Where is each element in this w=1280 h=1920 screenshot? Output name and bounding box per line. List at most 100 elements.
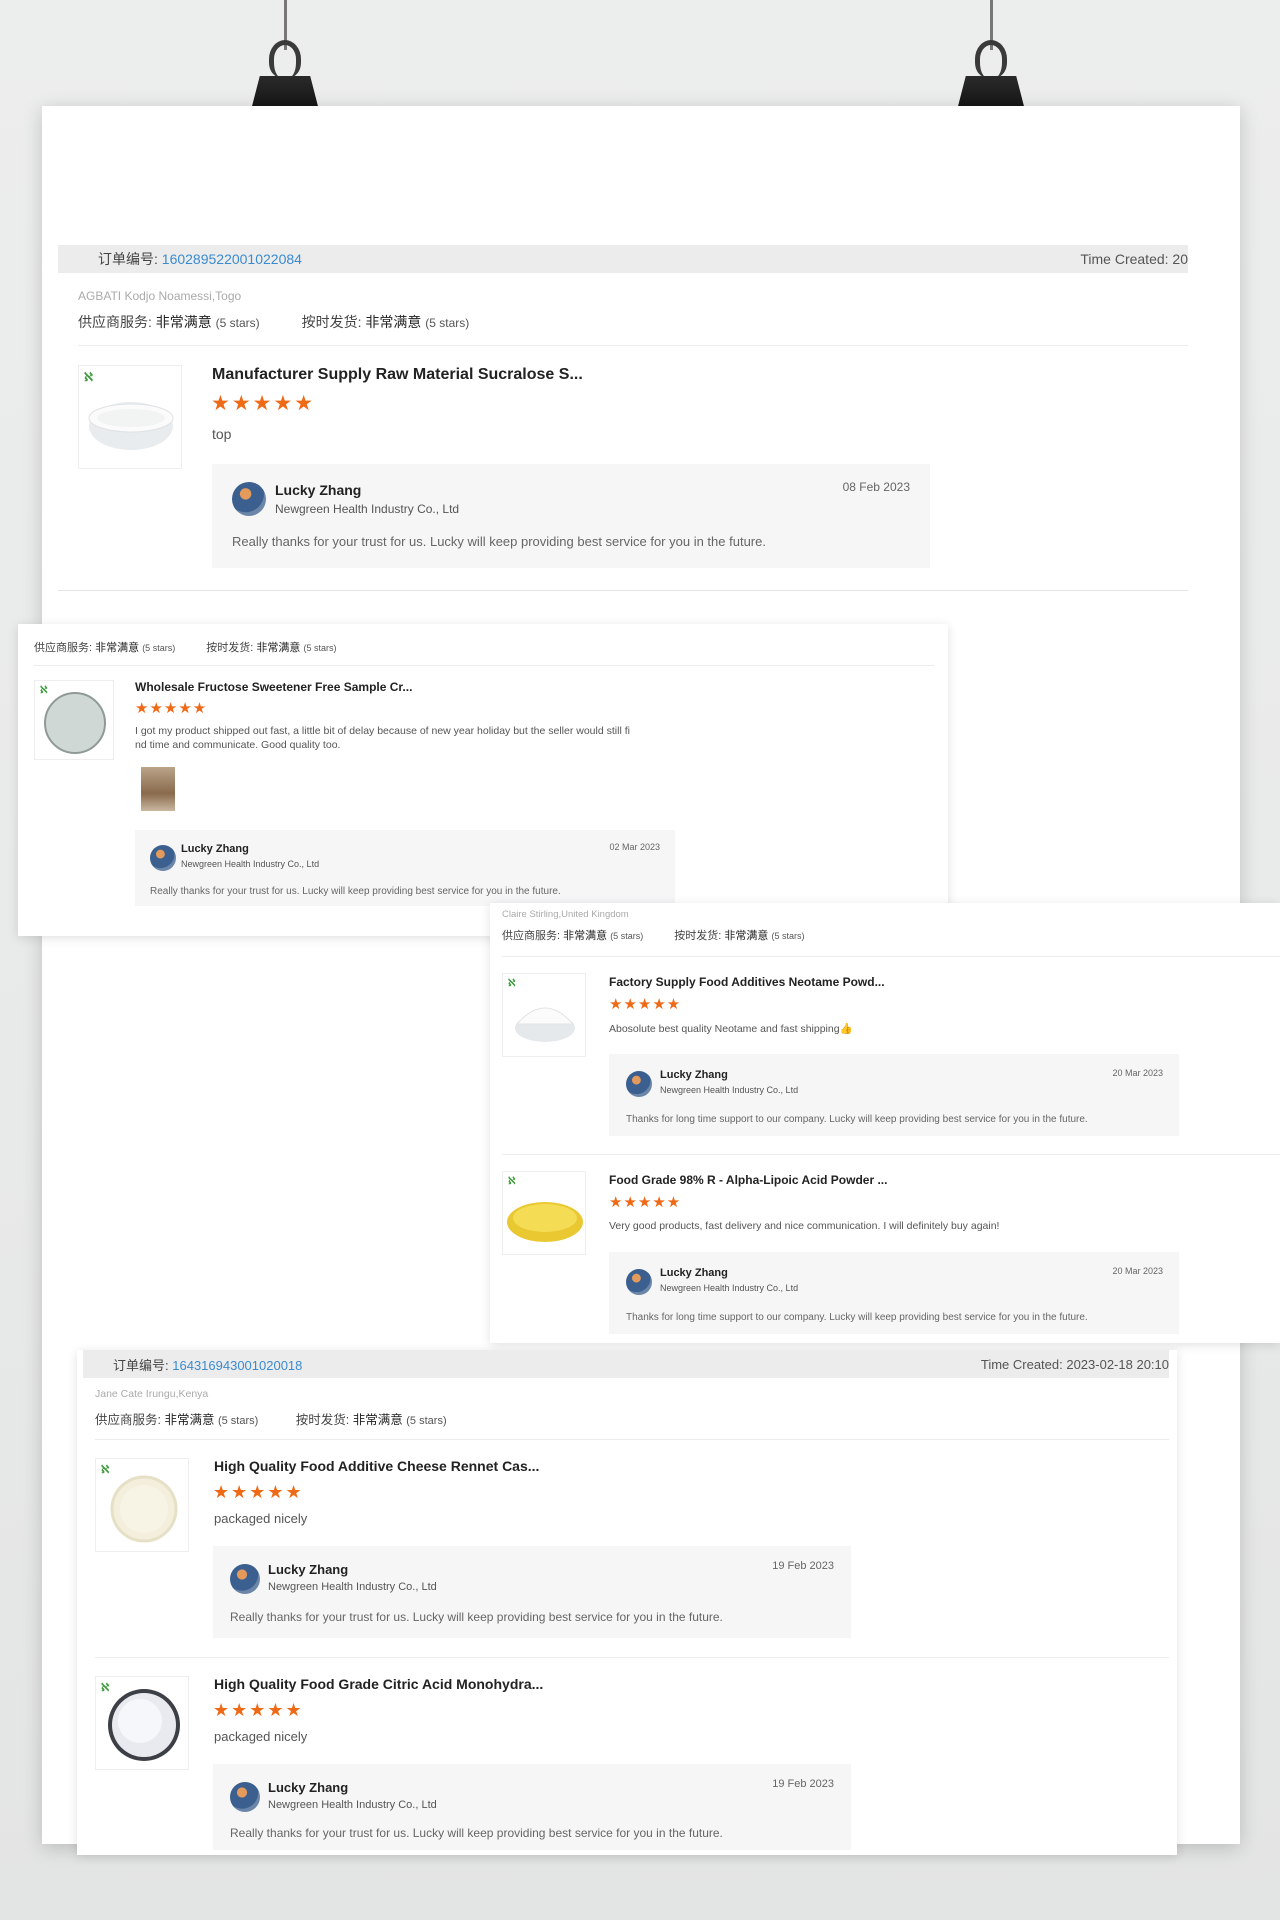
seller-name: Lucky Zhang — [660, 1069, 728, 1081]
supplier-service-value: 非常满意 — [95, 642, 140, 654]
supplier-service-stars: (5 stars) — [215, 316, 260, 330]
reply-date: 08 Feb 2023 — [842, 480, 910, 494]
order-ratings: 供应商服务: 非常满意 (5 stars) 按时发货: 非常满意 (5 star… — [95, 1409, 447, 1428]
buyer-name: AGBATI Kodjo Noamessi,Togo — [78, 289, 242, 303]
product-thumbnail[interactable]: ℵ — [34, 680, 114, 760]
product-title-link[interactable]: High Quality Food Additive Cheese Rennet… — [214, 1458, 539, 1474]
buyer-name: Jane Cate Irungu,Kenya — [95, 1388, 209, 1400]
seller-name: Lucky Zhang — [660, 1267, 728, 1279]
supplier-service-value: 非常满意 — [164, 1413, 215, 1427]
product-thumbnail[interactable]: ℵ — [78, 365, 182, 469]
order-card-3: Claire Stirling,United Kingdom 供应商服务: 非常… — [490, 903, 1280, 1343]
seller-reply: Lucky Zhang Newgreen Health Industry Co.… — [213, 1546, 851, 1638]
supplier-service-label: 供应商服务: — [502, 930, 561, 942]
on-time-shipping-label: 按时发货: — [206, 642, 254, 654]
seller-avatar — [626, 1071, 652, 1097]
reply-text: Really thanks for your trust for us. Luc… — [232, 534, 766, 549]
product-rating-stars: ★★★★★ — [609, 1194, 682, 1211]
seller-avatar — [230, 1782, 260, 1812]
product-rating-stars: ★★★★★ — [211, 392, 316, 415]
on-time-shipping-stars: (5 stars) — [303, 643, 337, 653]
brand-logo-icon: ℵ — [508, 978, 516, 989]
review-text: packaged nicely — [214, 1729, 308, 1744]
product-title-link[interactable]: Food Grade 98% R - Alpha-Lipoic Acid Pow… — [609, 1173, 887, 1187]
product-thumbnail[interactable]: ℵ — [95, 1458, 189, 1552]
reply-date: 02 Mar 2023 — [609, 842, 660, 852]
divider — [502, 956, 1280, 957]
cheese-rennet-image — [110, 1475, 178, 1543]
review-photo[interactable] — [141, 767, 175, 811]
product-rating-stars: ★★★★★ — [213, 1700, 304, 1720]
on-time-shipping-stars: (5 stars) — [406, 1415, 447, 1427]
on-time-shipping-label: 按时发货: — [674, 930, 722, 942]
sucralose-bowl-image — [88, 402, 174, 450]
supplier-service-label: 供应商服务: — [78, 314, 152, 330]
citric-acid-image — [108, 1689, 180, 1761]
order-ratings: 供应商服务: 非常满意 (5 stars) 按时发货: 非常满意 (5 star… — [34, 639, 336, 655]
buyer-name: Claire Stirling,United Kingdom — [502, 909, 629, 920]
supplier-service-stars: (5 stars) — [610, 931, 644, 941]
on-time-shipping-value: 非常满意 — [256, 642, 301, 654]
seller-avatar — [626, 1269, 652, 1295]
seller-reply: Lucky Zhang Newgreen Health Industry Co.… — [609, 1252, 1179, 1334]
supplier-service-stars: (5 stars) — [217, 1415, 259, 1427]
product-title-link[interactable]: High Quality Food Grade Citric Acid Mono… — [214, 1676, 543, 1692]
order-number-label: 订单编号: — [98, 251, 158, 267]
order-time-created: Time Created: 20 — [1080, 251, 1188, 267]
supplier-service-label: 供应商服务: — [34, 642, 93, 654]
on-time-shipping-stars: (5 stars) — [425, 316, 470, 330]
supplier-service-label: 供应商服务: — [95, 1413, 161, 1427]
reply-date: 19 Feb 2023 — [772, 1560, 834, 1572]
brand-logo-icon: ℵ — [40, 685, 48, 696]
brand-logo-icon: ℵ — [101, 1682, 110, 1694]
supplier-service-value: 非常满意 — [155, 314, 212, 330]
product-thumbnail[interactable]: ℵ — [502, 973, 586, 1057]
on-time-shipping-stars: (5 stars) — [771, 931, 805, 941]
divider — [502, 1154, 1280, 1155]
order-card-1: 订单编号: 160289522001022084 Time Created: 2… — [58, 245, 1188, 591]
reply-text: Really thanks for your trust for us. Luc… — [150, 886, 561, 897]
on-time-shipping-value: 非常满意 — [724, 930, 769, 942]
seller-reply: Lucky Zhang Newgreen Health Industry Co.… — [213, 1764, 851, 1850]
seller-reply: Lucky Zhang Newgreen Health Industry Co.… — [609, 1054, 1179, 1136]
seller-avatar — [150, 845, 176, 871]
seller-company: Newgreen Health Industry Co., Ltd — [268, 1581, 437, 1593]
order-number-link[interactable]: 164316943001020018 — [172, 1358, 302, 1373]
product-title-link[interactable]: Manufacturer Supply Raw Material Sucralo… — [212, 366, 583, 384]
reply-date: 20 Mar 2023 — [1112, 1068, 1163, 1078]
review-text: I got my product shipped out fast, a lit… — [135, 724, 630, 752]
seller-reply: Lucky Zhang Newgreen Health Industry Co.… — [135, 830, 675, 906]
seller-name: Lucky Zhang — [268, 1562, 349, 1577]
product-rating-stars: ★★★★★ — [609, 996, 682, 1013]
on-time-shipping-label: 按时发货: — [301, 314, 362, 330]
order-header: 订单编号: 160289522001022084 Time Created: 2… — [58, 245, 1188, 273]
seller-company: Newgreen Health Industry Co., Ltd — [660, 1283, 799, 1293]
review-line-2: nd time and communicate. Good quality to… — [135, 739, 341, 751]
on-time-shipping-value: 非常满意 — [365, 314, 422, 330]
reply-date: 20 Mar 2023 — [1112, 1266, 1163, 1276]
on-time-shipping-label: 按时发货: — [295, 1413, 350, 1427]
seller-avatar — [230, 1564, 260, 1594]
review-line-1: I got my product shipped out fast, a lit… — [135, 725, 630, 737]
review-text: Very good products, fast delivery and ni… — [609, 1220, 1000, 1232]
on-time-shipping-value: 非常满意 — [352, 1413, 403, 1427]
reply-text: Really thanks for your trust for us. Luc… — [230, 1610, 723, 1624]
order-card-2: 供应商服务: 非常满意 (5 stars) 按时发货: 非常满意 (5 star… — [18, 624, 948, 936]
order-time-created: Time Created: 2023-02-18 20:10 — [980, 1356, 1169, 1372]
supplier-service-stars: (5 stars) — [142, 643, 176, 653]
order-number-link[interactable]: 160289522001022084 — [162, 251, 302, 267]
product-thumbnail[interactable]: ℵ — [502, 1171, 586, 1255]
seller-company: Newgreen Health Industry Co., Ltd — [275, 502, 460, 516]
product-thumbnail[interactable]: ℵ — [95, 1676, 189, 1770]
divider — [34, 665, 934, 666]
product-title-link[interactable]: Factory Supply Food Additives Neotame Po… — [609, 975, 885, 989]
product-title-link[interactable]: Wholesale Fructose Sweetener Free Sample… — [135, 680, 412, 694]
brand-logo-icon: ℵ — [508, 1176, 516, 1187]
divider — [95, 1439, 1169, 1440]
reply-text: Really thanks for your trust for us. Luc… — [230, 1826, 723, 1840]
order-header: 订单编号: 164316943001020018 Time Created: 2… — [83, 1350, 1169, 1378]
divider — [95, 1657, 1169, 1658]
seller-name: Lucky Zhang — [181, 843, 249, 855]
reply-text: Thanks for long time support to our comp… — [626, 1114, 1088, 1125]
review-text: Abosolute best quality Neotame and fast … — [609, 1023, 853, 1035]
